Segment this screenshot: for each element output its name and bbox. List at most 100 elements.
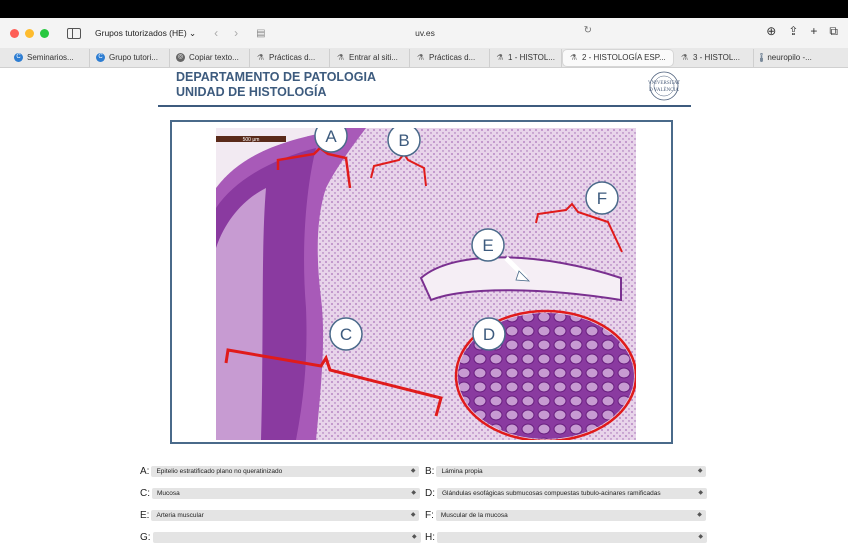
answer-row-e: E: Arteria muscular ◆ [140, 510, 420, 521]
answer-row-c: C: Mucosa ◆ [140, 488, 420, 499]
department-heading: DEPARTAMENTO DE PATOLOGIA UNIDAD DE HIST… [176, 70, 376, 100]
tab-item[interactable]: C Grupo tutori... [90, 48, 170, 67]
tab-item[interactable]: ⚗ Prácticas d... [410, 48, 490, 67]
flask-icon: ⚗ [496, 53, 504, 62]
university-logo: VNIVERSITAT D VALÈNCIA [640, 70, 688, 102]
select-chevron-icon: ◆ [697, 468, 703, 474]
flask-icon: ⚗ [569, 53, 578, 62]
toolbar-right-icons: ⊕ ⇪ + ⧉ [766, 24, 838, 39]
reload-icon[interactable]: ↻ [584, 25, 592, 36]
answer-letter: B: [425, 466, 435, 477]
answer-row-d: D: Glándulas esofágicas submucosas compu… [425, 488, 707, 499]
micrograph: 500 μm A B C D E F [216, 128, 636, 440]
unit-line: UNIDAD DE HISTOLOGÍA [176, 85, 327, 99]
answer-row-g: G: ◆ [140, 532, 421, 543]
select-chevron-icon: ◆ [410, 468, 416, 474]
marker-b: B [387, 128, 421, 157]
minimize-window-button[interactable] [25, 28, 34, 38]
marker-d: D [472, 317, 506, 351]
answer-letter: C: [140, 488, 150, 499]
answer-select-e[interactable]: Arteria muscular ◆ [151, 510, 420, 521]
share-icon[interactable]: ⇪ [788, 24, 798, 39]
answer-select-h[interactable]: ◆ [437, 532, 707, 543]
select-chevron-icon: ◆ [411, 490, 416, 496]
flask-icon: ⚗ [680, 53, 689, 62]
tab-item[interactable]: ⚗ Entrar al siti... [330, 48, 410, 67]
answer-value: Mucosa [157, 490, 180, 497]
tab-overview-icon[interactable]: ⧉ [829, 24, 838, 39]
answer-select-d[interactable]: Glándulas esofágicas submucosas compuest… [437, 488, 707, 499]
c-icon: C [96, 53, 105, 62]
header-rule [158, 105, 691, 107]
tab-item[interactable]: ⚗ 3 - HISTOL... [674, 48, 754, 67]
answer-letter: D: [425, 488, 435, 499]
download-icon[interactable]: ⊕ [766, 24, 776, 39]
answer-value: Arteria muscular [156, 512, 204, 519]
select-chevron-icon: ◆ [698, 534, 703, 540]
answer-row-a: A: Epitelio estratificado plano no quera… [140, 466, 420, 477]
marker-a-label: A [325, 128, 337, 146]
answer-value: Epitelio estratificado plano no queratin… [156, 468, 283, 475]
page-content: DEPARTAMENTO DE PATOLOGIA UNIDAD DE HIST… [0, 68, 848, 551]
c-icon: C [14, 53, 23, 62]
close-window-button[interactable] [10, 28, 19, 38]
tab-group-selector[interactable]: Grupos tutorizados (HE) ⌄ [95, 28, 196, 39]
select-chevron-icon: ◆ [410, 512, 416, 518]
flask-icon: ⚗ [336, 53, 345, 62]
tab-item[interactable]: C Seminarios... [8, 48, 90, 67]
flask-icon: ⚗ [256, 53, 265, 62]
sidebar-toggle-icon[interactable] [67, 27, 81, 39]
marker-f: F [585, 181, 619, 215]
tab-item-active[interactable]: ⚗ 2 - HISTOLOGÍA ESP... [562, 48, 674, 67]
svg-text:D VALÈNCIA: D VALÈNCIA [649, 87, 679, 93]
globe-icon: ◎ [176, 53, 185, 62]
university-seal-icon: VNIVERSITAT D VALÈNCIA [648, 71, 680, 101]
answer-letter: F: [425, 510, 434, 521]
marker-c: C [329, 317, 363, 351]
svg-text:VNIVERSITAT: VNIVERSITAT [648, 81, 680, 86]
answer-value: Glándulas esofágicas submucosas compuest… [442, 490, 661, 497]
n-icon: n [760, 53, 764, 62]
system-menu-bar [0, 0, 848, 18]
answer-letter: A: [140, 466, 150, 477]
forward-arrow-icon[interactable]: › [234, 26, 238, 40]
answer-select-c[interactable]: Mucosa ◆ [152, 488, 420, 499]
tab-bar: C Seminarios... C Grupo tutori... ◎ Copiar … [0, 48, 848, 68]
window-controls [10, 28, 49, 38]
zoom-window-button[interactable] [40, 28, 49, 38]
marker-a: A [314, 128, 348, 153]
address-bar[interactable]: uv.es [250, 23, 600, 43]
select-chevron-icon: ◆ [698, 490, 703, 496]
marker-e-label: E [482, 236, 493, 255]
answer-letter: E: [140, 510, 150, 521]
new-tab-icon[interactable]: + [810, 24, 817, 39]
marker-e: E [471, 228, 505, 262]
flask-icon: ⚗ [416, 53, 425, 62]
scale-bar-label: 500 μm [243, 137, 260, 143]
tab-item[interactable]: ⚗ Prácticas d... [250, 48, 330, 67]
answer-value: Lámina propia [441, 468, 483, 475]
back-arrow-icon[interactable]: ‹ [214, 26, 218, 40]
select-chevron-icon: ◆ [697, 512, 702, 518]
tab-item[interactable]: ◎ Copiar texto... [170, 48, 250, 67]
answer-value: Muscular de la mucosa [440, 512, 508, 519]
department-line: DEPARTAMENTO DE PATOLOGIA [176, 70, 377, 84]
answer-select-a[interactable]: Epitelio estratificado plano no queratin… [151, 466, 420, 477]
marker-c-label: C [340, 325, 352, 344]
marker-d-label: D [483, 325, 495, 344]
select-chevron-icon: ◆ [411, 534, 417, 540]
answer-row-h: H: ◆ [425, 532, 707, 543]
navigation-arrows: ‹ › [214, 26, 238, 40]
histology-figure: 500 μm A B C D E F [170, 120, 673, 444]
browser-toolbar: Grupos tutorizados (HE) ⌄ ‹ › ▤ uv.es ↻ … [0, 18, 848, 48]
tab-item[interactable]: ⚗ 1 - HISTOL... [490, 48, 562, 67]
answer-row-b: B: Lámina propia ◆ [425, 466, 707, 477]
marker-b-label: B [398, 131, 409, 150]
answer-select-g[interactable]: ◆ [152, 532, 421, 543]
answer-row-f: F: Muscular de la mucosa ◆ [425, 510, 706, 521]
answer-select-f[interactable]: Muscular de la mucosa ◆ [435, 510, 706, 521]
tab-item[interactable]: n neuropilo -... [754, 49, 816, 67]
answer-letter: H: [425, 532, 435, 543]
answer-select-b[interactable]: Lámina propia ◆ [436, 466, 707, 477]
marker-f-label: F [597, 189, 607, 208]
